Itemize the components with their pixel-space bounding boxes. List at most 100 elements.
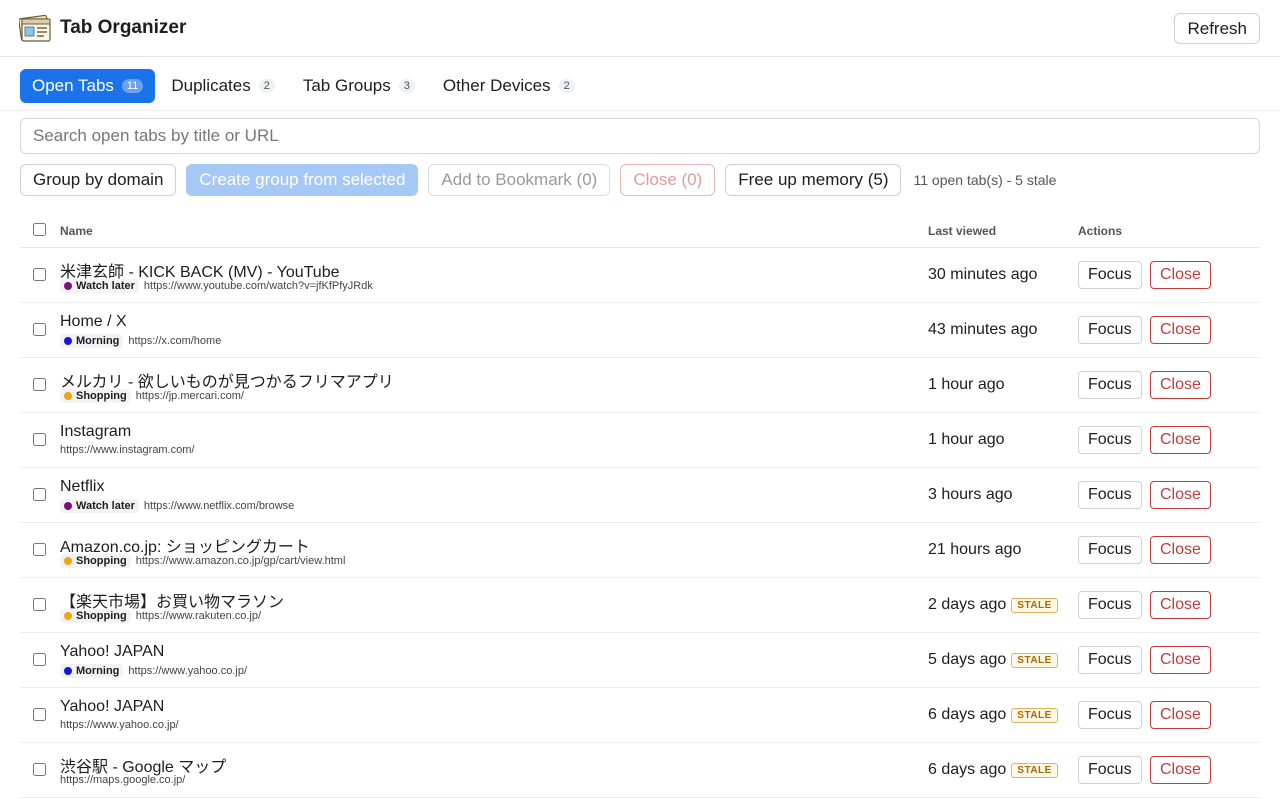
group-tag-label: Shopping: [76, 610, 127, 622]
tab-label: Open Tabs: [32, 76, 114, 95]
focus-tab-button[interactable]: Focus: [1078, 591, 1142, 619]
focus-tab-button[interactable]: Focus: [1078, 536, 1142, 564]
stale-badge: STALE: [1011, 597, 1058, 613]
add-to-bookmark-button[interactable]: Add to Bookmark (0): [428, 164, 611, 196]
close-tab-button[interactable]: Close: [1150, 481, 1211, 509]
tab-label: Other Devices: [442, 76, 551, 95]
row-select-checkbox[interactable]: [33, 763, 46, 776]
app-header: Tab Organizer Refresh: [0, 0, 1280, 57]
table-row: Netflix Watch later https://www.netflix.co…: [20, 468, 1260, 523]
bulk-actions-toolbar: Group by domain Create group from select…: [20, 164, 1056, 196]
close-tab-button[interactable]: Close: [1150, 371, 1211, 399]
refresh-button[interactable]: Refresh: [1174, 13, 1260, 44]
create-group-button[interactable]: Create group from selected: [186, 164, 419, 196]
last-viewed-cell: 43 minutes ago: [928, 321, 1037, 339]
row-select-checkbox[interactable]: [33, 598, 46, 611]
last-viewed-text: 6 days ago: [928, 706, 1007, 723]
last-viewed-text: 21 hours ago: [928, 541, 1022, 558]
group-color-dot-icon: [64, 282, 72, 290]
select-all-checkbox[interactable]: [33, 223, 46, 236]
group-tag-label: Shopping: [76, 390, 127, 402]
last-viewed-cell: 6 days ago STALE: [928, 706, 1058, 724]
tabs-divider: [0, 110, 1280, 111]
tab-url: https://maps.google.co.jp/: [60, 774, 186, 786]
last-viewed-text: 2 days ago: [928, 596, 1007, 613]
table-row: 【楽天市場】お買い物マラソン Shopping https://www.rakute…: [20, 578, 1260, 633]
group-tag: Morning: [60, 334, 124, 348]
focus-tab-button[interactable]: Focus: [1078, 261, 1142, 289]
search-input[interactable]: [20, 118, 1260, 154]
last-viewed-text: 1 hour ago: [928, 376, 1005, 393]
row-select-checkbox[interactable]: [33, 378, 46, 391]
table-row: Home / X Morning https://x.com/home 43 minu…: [20, 303, 1260, 358]
tab-organizer-logo-icon: [19, 14, 51, 42]
group-color-dot-icon: [64, 667, 72, 675]
group-by-domain-button[interactable]: Group by domain: [20, 164, 177, 196]
tab-meta: Shopping https://jp.mercari.com/: [60, 389, 244, 403]
column-header-actions: Actions: [1078, 224, 1123, 238]
table-body: 米津玄師 - KICK BACK (MV) - YouTube Watch lat…: [20, 248, 1260, 798]
close-tab-button[interactable]: Close: [1150, 646, 1211, 674]
group-color-dot-icon: [64, 612, 72, 620]
row-select-checkbox[interactable]: [33, 488, 46, 501]
group-tag-label: Morning: [76, 335, 120, 347]
row-select-checkbox[interactable]: [33, 708, 46, 721]
focus-tab-button[interactable]: Focus: [1078, 701, 1142, 729]
table-header: Name Last viewed Actions: [20, 214, 1260, 248]
row-select-checkbox[interactable]: [33, 323, 46, 336]
last-viewed-text: 6 days ago: [928, 761, 1007, 778]
close-tab-button[interactable]: Close: [1150, 591, 1211, 619]
close-tab-button[interactable]: Close: [1150, 701, 1211, 729]
close-tab-button[interactable]: Close: [1150, 426, 1211, 454]
row-select-checkbox[interactable]: [33, 268, 46, 281]
table-row: Instagram https://www.instagram.com/1 hou…: [20, 413, 1260, 468]
close-tab-button[interactable]: Close: [1150, 261, 1211, 289]
stale-badge: STALE: [1011, 652, 1058, 668]
tab-duplicates[interactable]: Duplicates 2: [159, 69, 287, 103]
focus-tab-button[interactable]: Focus: [1078, 316, 1142, 344]
tab-tab-groups[interactable]: Tab Groups 3: [291, 69, 427, 103]
row-select-checkbox[interactable]: [33, 653, 46, 666]
tab-meta: Shopping https://www.rakuten.co.jp/: [60, 609, 261, 623]
focus-tab-button[interactable]: Focus: [1078, 481, 1142, 509]
tab-count-badge: 2: [258, 79, 275, 93]
group-tag-label: Morning: [76, 665, 120, 677]
open-tabs-table: Name Last viewed Actions 米津玄師 - KICK BAC…: [20, 214, 1260, 798]
tab-url: https://www.yahoo.co.jp/: [60, 719, 179, 731]
tab-label: Duplicates: [171, 76, 251, 95]
tab-meta: https://www.yahoo.co.jp/: [60, 719, 179, 731]
focus-tab-button[interactable]: Focus: [1078, 756, 1142, 784]
tab-meta: Shopping https://www.amazon.co.jp/gp/cart…: [60, 554, 345, 568]
last-viewed-cell: 2 days ago STALE: [928, 596, 1058, 614]
focus-tab-button[interactable]: Focus: [1078, 371, 1142, 399]
tab-other-devices[interactable]: Other Devices 2: [431, 69, 587, 103]
tab-url: https://x.com/home: [128, 335, 222, 347]
close-tab-button[interactable]: Close: [1150, 316, 1211, 344]
last-viewed-text: 30 minutes ago: [928, 266, 1038, 283]
tab-count-badge: 11: [121, 79, 144, 93]
tab-title: Yahoo! JAPAN: [60, 698, 165, 715]
close-tab-button[interactable]: Close: [1150, 756, 1211, 784]
row-select-checkbox[interactable]: [33, 543, 46, 556]
group-tag: Watch later: [60, 279, 139, 293]
last-viewed-text: 43 minutes ago: [928, 321, 1038, 338]
tab-status-text: 11 open tab(s) - 5 stale: [913, 172, 1057, 188]
row-select-checkbox[interactable]: [33, 433, 46, 446]
free-up-memory-button[interactable]: Free up memory (5): [725, 164, 902, 196]
tab-label: Tab Groups: [302, 76, 391, 95]
tab-meta: Morning https://www.yahoo.co.jp/: [60, 664, 247, 678]
tab-meta: https://maps.google.co.jp/: [60, 774, 185, 786]
close-selected-button[interactable]: Close (0): [620, 164, 716, 196]
tab-bar: Open Tabs 11 Duplicates 2 Tab Groups 3 O…: [20, 69, 591, 103]
last-viewed-cell: 30 minutes ago: [928, 266, 1037, 284]
close-tab-button[interactable]: Close: [1150, 536, 1211, 564]
focus-tab-button[interactable]: Focus: [1078, 426, 1142, 454]
stale-badge: STALE: [1011, 707, 1058, 723]
focus-tab-button[interactable]: Focus: [1078, 646, 1142, 674]
app-title: Tab Organizer: [60, 17, 187, 38]
group-tag: Morning: [60, 664, 124, 678]
tab-open-tabs[interactable]: Open Tabs 11: [20, 69, 156, 103]
last-viewed-cell: 5 days ago STALE: [928, 651, 1058, 669]
tab-meta: Watch later https://www.netflix.com/brows…: [60, 499, 294, 513]
table-row: メルカリ - 欲しいものが見つかるフリマアプリ Shopping https://j…: [20, 358, 1260, 413]
